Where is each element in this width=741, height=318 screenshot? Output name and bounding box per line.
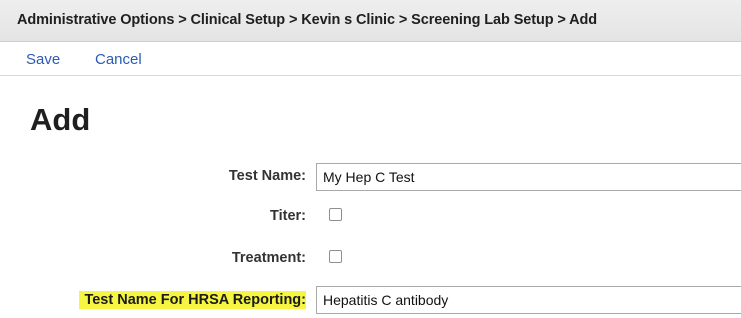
breadcrumb-bar: Administrative Options > Clinical Setup …	[0, 0, 741, 42]
treatment-label: Treatment:	[231, 250, 306, 266]
cancel-button[interactable]: Cancel	[95, 51, 142, 68]
page-title: Add	[30, 102, 91, 137]
titer-label: Titer:	[270, 208, 306, 224]
test-name-input[interactable]	[316, 163, 741, 191]
save-button[interactable]: Save	[26, 51, 60, 68]
breadcrumb: Administrative Options > Clinical Setup …	[17, 12, 598, 28]
treatment-checkbox[interactable]	[329, 250, 342, 263]
titer-checkbox[interactable]	[329, 208, 342, 221]
test-name-label: Test Name:	[228, 168, 306, 184]
action-toolbar: Save Cancel	[0, 43, 741, 76]
hrsa-test-name-input[interactable]	[316, 286, 741, 314]
hrsa-test-name-label: Test Name For HRSA Reporting:	[79, 291, 306, 309]
